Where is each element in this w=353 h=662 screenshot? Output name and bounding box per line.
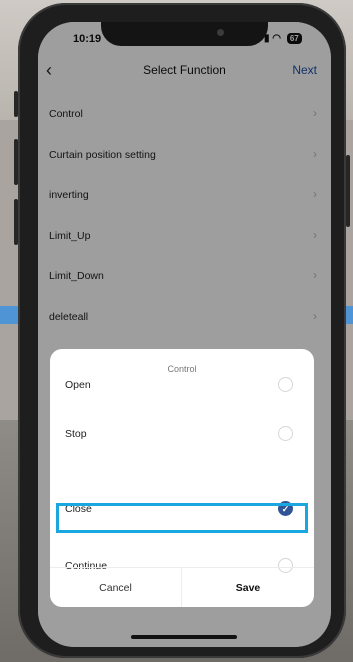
option-open[interactable]: Open [50, 377, 314, 412]
selection-highlight-box [56, 503, 308, 533]
home-indicator [131, 635, 237, 639]
cancel-button[interactable]: Cancel [50, 568, 182, 607]
phone-volume-up [14, 139, 18, 185]
option-label: Stop [65, 428, 87, 440]
option-label: Open [65, 379, 91, 391]
radio-unchecked-icon[interactable] [278, 426, 293, 441]
notch [101, 22, 268, 46]
phone-screen: 10:19 ▮ ◠ 67 ‹ Select Function Next Cont… [38, 22, 331, 647]
phone-mute-switch [14, 91, 18, 117]
option-picker[interactable]: Open Stop Close ✓ Continue [50, 377, 314, 577]
option-stop[interactable]: Stop [50, 412, 314, 461]
save-button[interactable]: Save [182, 568, 314, 607]
dialog-title: Control [167, 364, 197, 374]
dialog-footer: Cancel Save [50, 567, 314, 607]
radio-unchecked-icon[interactable] [278, 377, 293, 392]
camera-icon [217, 29, 224, 36]
phone-volume-down [14, 199, 18, 245]
control-dialog: Control Open Stop Close ✓ Continue Cance… [50, 349, 314, 607]
phone-power-button [346, 155, 350, 227]
